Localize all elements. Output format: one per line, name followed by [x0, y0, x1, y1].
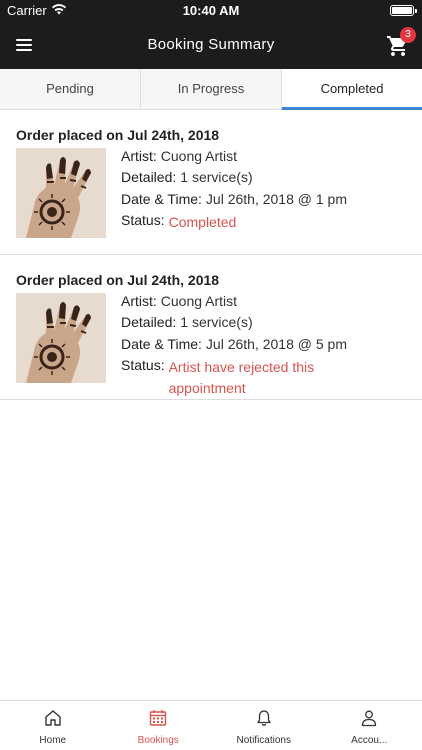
nav-bar: Booking Summary 3 [0, 22, 422, 69]
order-card[interactable]: Order placed on Jul 24th, 2018 Artist: C… [0, 110, 422, 255]
artist-value: Cuong Artist [160, 293, 238, 309]
bottom-tab-home[interactable]: Home [0, 701, 106, 750]
datetime-value: Jul 26th, 2018 @ 1 pm [205, 191, 347, 207]
bottom-tab-label: Bookings [137, 735, 179, 746]
clock: 10:40 AM [182, 3, 240, 18]
artist-row: Artist: Cuong Artist [121, 293, 237, 309]
artist-value: Cuong Artist [160, 148, 238, 164]
bottom-tab-label: Accou... [351, 735, 388, 746]
order-heading: Order placed on Jul 24th, 2018 [16, 127, 220, 143]
booking-tabs: Pending In Progress Completed [0, 69, 422, 110]
calendar-icon [150, 710, 167, 726]
status-row: Status: Artist have rejected this appoin… [121, 357, 381, 399]
user-icon [362, 710, 377, 727]
datetime-label: Date & Time: [121, 191, 202, 207]
detailed-label: Detailed: [121, 169, 177, 185]
page-title: Booking Summary [147, 36, 275, 53]
battery-icon [390, 5, 417, 16]
datetime-row: Date & Time: Jul 26th, 2018 @ 1 pm [121, 191, 347, 207]
bottom-tab-notifications[interactable]: Notifications [211, 701, 317, 750]
artist-label: Artist: [121, 293, 157, 309]
artist-label: Artist: [121, 148, 157, 164]
orders-list: Order placed on Jul 24th, 2018 Artist: C… [0, 110, 422, 400]
detailed-row: Detailed: 1 service(s) [121, 314, 253, 330]
bottom-tab-label: Home [39, 735, 67, 746]
order-card[interactable]: Order placed on Jul 24th, 2018 Artist: C… [0, 255, 422, 400]
status-bar: Carrier 10:40 AM [0, 0, 422, 22]
bottom-tab-bar: Home Bookings Notifications Accou... [0, 700, 422, 750]
henna-thumbnail [16, 148, 106, 238]
status-label: Status: [121, 357, 165, 373]
status-value: Completed [168, 214, 237, 230]
datetime-row: Date & Time: Jul 26th, 2018 @ 5 pm [121, 336, 347, 352]
tab-pending[interactable]: Pending [0, 69, 141, 109]
tab-in-progress[interactable]: In Progress [141, 69, 282, 109]
bottom-tab-label: Notifications [236, 735, 291, 746]
henna-thumbnail [16, 293, 106, 383]
artist-row: Artist: Cuong Artist [121, 148, 237, 164]
bottom-tab-account[interactable]: Accou... [317, 701, 422, 750]
bell-icon [257, 710, 271, 726]
datetime-value: Jul 26th, 2018 @ 5 pm [205, 336, 347, 352]
status-label: Status: [121, 212, 165, 228]
cart-count-badge: 3 [400, 27, 416, 43]
bottom-tab-bookings[interactable]: Bookings [106, 701, 212, 750]
status-value: Artist have rejected this appointment [168, 359, 315, 396]
detailed-label: Detailed: [121, 314, 177, 330]
detailed-value: 1 service(s) [180, 314, 253, 330]
home-icon [45, 710, 61, 726]
status-row: Status: Completed [121, 212, 236, 233]
detailed-value: 1 service(s) [180, 169, 253, 185]
tab-completed[interactable]: Completed [282, 69, 422, 110]
datetime-label: Date & Time: [121, 336, 202, 352]
detailed-row: Detailed: 1 service(s) [121, 169, 253, 185]
order-heading: Order placed on Jul 24th, 2018 [16, 272, 220, 288]
